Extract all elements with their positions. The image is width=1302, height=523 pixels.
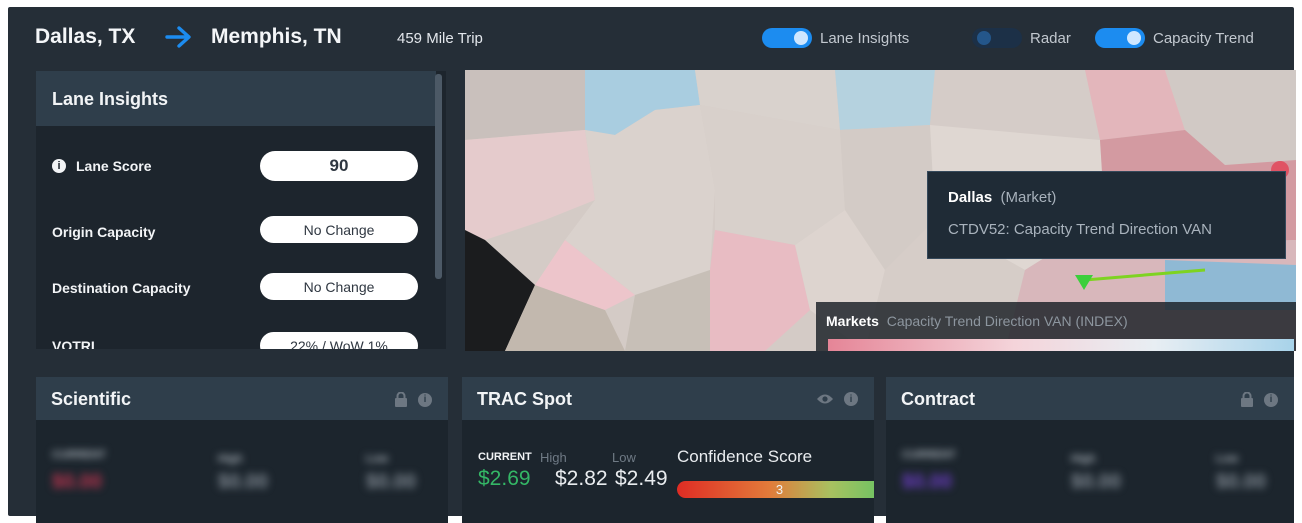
tooltip-metric: CTDV52: Capacity Trend Direction VAN xyxy=(948,221,1212,238)
info-icon[interactable]: i xyxy=(52,159,66,173)
tooltip-title: Dallas (Market) xyxy=(948,189,1056,206)
toggle-switch[interactable] xyxy=(762,28,812,48)
toggle-lane-insights[interactable]: Lane Insights xyxy=(762,28,909,48)
toggle-label: Capacity Trend xyxy=(1153,29,1254,47)
legend-layer-name: Markets xyxy=(826,313,879,329)
toggle-knob xyxy=(977,31,991,45)
destination-capacity-label: Destination Capacity xyxy=(52,280,191,296)
current-label: CURRENT xyxy=(478,451,532,463)
lock-icon[interactable] xyxy=(1240,392,1254,407)
toggle-capacity-trend[interactable]: Capacity Trend xyxy=(1095,28,1254,48)
high-label: High xyxy=(540,450,567,465)
scientific-card: Scientific i CURRENT High Low $0.00 $0.0… xyxy=(36,377,448,523)
legend-title: Markets Capacity Trend Direction VAN (IN… xyxy=(826,313,1128,329)
card-icons: i xyxy=(806,392,858,406)
origin-capacity-value: No Change xyxy=(260,216,418,243)
destination-capacity-value: No Change xyxy=(260,273,418,300)
trip-length: 459 Mile Trip xyxy=(397,30,483,47)
map-region xyxy=(465,70,585,140)
origin-capacity-label: Origin Capacity xyxy=(52,224,156,240)
header-bar: Dallas, TX Memphis, TN 459 Mile Trip Lan… xyxy=(8,7,1294,69)
trac-spot-card: TRAC Spot i CURRENT High Low Confidence … xyxy=(462,377,874,523)
confidence-score-bar: 3 xyxy=(677,481,874,498)
market-tooltip: Dallas (Market) CTDV52: Capacity Trend D… xyxy=(927,171,1286,259)
contract-card: Contract i CURRENT High Low $0.00 $0.00 … xyxy=(886,377,1294,523)
low-label: Low xyxy=(366,453,388,465)
card-icons: i xyxy=(1230,392,1278,407)
scientific-card-title: Scientific xyxy=(51,389,132,409)
current-label: CURRENT xyxy=(52,449,106,461)
low-price: $0.00 xyxy=(366,471,417,493)
app-root: Dallas, TX Memphis, TN 459 Mile Trip Lan… xyxy=(0,0,1302,523)
confidence-score-value: 3 xyxy=(775,482,784,497)
current-price: $2.69 xyxy=(478,467,531,490)
lane-insights-header: Lane Insights xyxy=(36,71,436,126)
high-label: High xyxy=(1071,453,1096,465)
destination-city: Memphis, TN xyxy=(211,25,342,48)
tooltip-market-name: Dallas xyxy=(948,189,993,206)
lock-icon[interactable] xyxy=(394,392,408,407)
lane-dashboard: Dallas, TX Memphis, TN 459 Mile Trip Lan… xyxy=(8,7,1296,523)
low-label: Low xyxy=(1216,453,1238,465)
lane-score-label: i Lane Score xyxy=(52,158,151,174)
lane-score-value: 90 xyxy=(260,151,418,181)
current-price: $0.00 xyxy=(902,471,953,493)
high-price: $0.00 xyxy=(218,471,269,493)
low-price: $2.49 xyxy=(615,467,668,490)
info-icon[interactable]: i xyxy=(418,392,432,407)
info-icon[interactable]: i xyxy=(1264,392,1278,407)
toggle-label: Radar xyxy=(1030,29,1071,47)
toggle-knob xyxy=(794,31,808,45)
trac-spot-card-header: TRAC Spot i xyxy=(462,377,874,420)
legend-metric: Capacity Trend Direction VAN (INDEX) xyxy=(886,313,1128,329)
legend-color-scale xyxy=(828,339,1294,351)
toggle-label: Lane Insights xyxy=(820,29,910,47)
low-label: Low xyxy=(612,450,636,465)
capacity-map[interactable]: Dallas (Market) CTDV52: Capacity Trend D… xyxy=(465,70,1296,351)
current-price: $0.00 xyxy=(52,471,103,493)
info-icon[interactable]: i xyxy=(844,392,858,406)
confidence-score-label: Confidence Score xyxy=(677,447,813,466)
eye-icon[interactable] xyxy=(816,393,834,405)
arrow-right-icon xyxy=(165,26,191,48)
contract-card-header: Contract i xyxy=(886,377,1294,420)
tooltip-market-type: (Market) xyxy=(1000,189,1057,206)
high-label: High xyxy=(218,453,243,465)
map-region xyxy=(835,70,935,130)
high-price: $2.82 xyxy=(555,467,608,490)
toggle-radar[interactable]: Radar xyxy=(972,28,1071,48)
map-legend: Markets Capacity Trend Direction VAN (IN… xyxy=(816,302,1296,351)
lane-insights-title: Lane Insights xyxy=(52,89,169,109)
contract-card-title: Contract xyxy=(901,389,976,409)
votri-value: 22% / WoW 1% xyxy=(260,332,418,349)
row-label-text: Lane Score xyxy=(76,158,152,174)
toggle-switch[interactable] xyxy=(1095,28,1145,48)
lane-insights-panel: Lane Insights i Lane Score 90 Origin Cap… xyxy=(36,71,446,349)
scientific-card-header: Scientific i xyxy=(36,377,448,420)
toggle-knob xyxy=(1127,31,1141,45)
scrollbar-thumb[interactable] xyxy=(435,74,442,279)
toggle-switch[interactable] xyxy=(972,28,1022,48)
origin-city: Dallas, TX xyxy=(35,25,136,48)
trac-spot-card-title: TRAC Spot xyxy=(477,389,572,409)
card-icons: i xyxy=(384,392,432,407)
current-label: CURRENT xyxy=(902,449,956,461)
high-price: $0.00 xyxy=(1071,471,1122,493)
votri-label: VOTRI xyxy=(52,338,95,349)
low-price: $0.00 xyxy=(1216,471,1267,493)
